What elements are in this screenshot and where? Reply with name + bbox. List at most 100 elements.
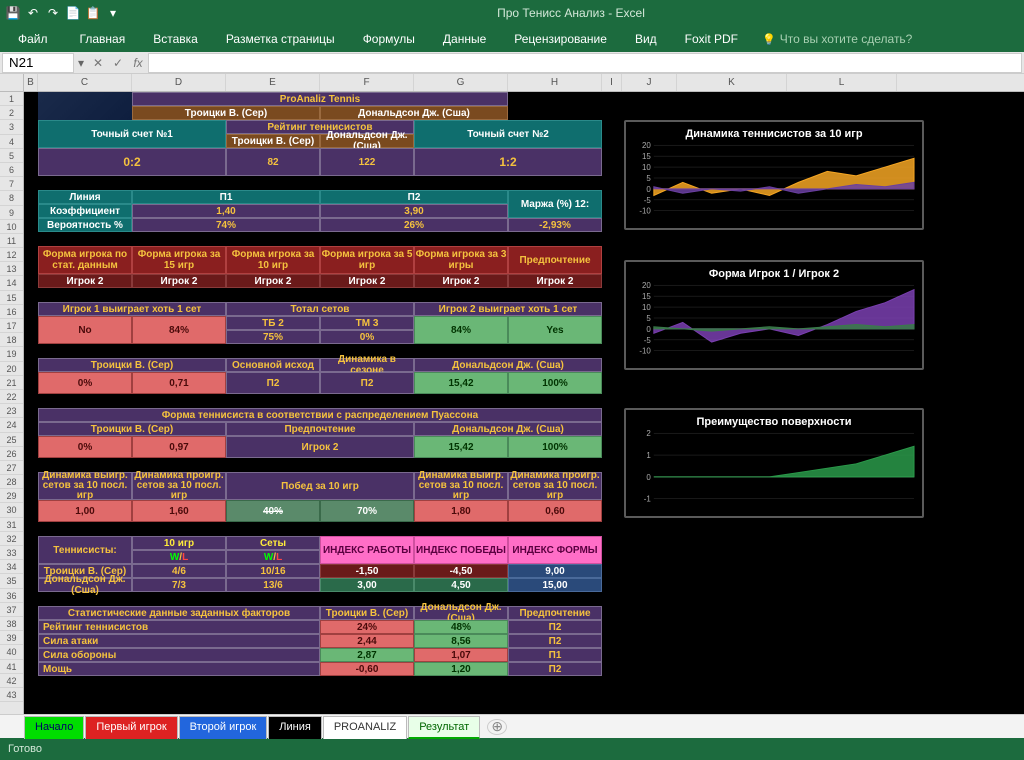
- print-preview-icon[interactable]: 📋: [84, 4, 102, 22]
- row-header[interactable]: 2: [0, 106, 23, 120]
- enter-icon[interactable]: ✓: [108, 56, 128, 70]
- sheet-tab[interactable]: PROANALIZ: [323, 716, 407, 739]
- row-header[interactable]: 30: [0, 503, 23, 517]
- p1-win-set-label: Игрок 1 выиграет хоть 1 сет: [38, 302, 226, 316]
- out-v1: 0%: [38, 372, 132, 394]
- tab-formulas[interactable]: Формулы: [349, 26, 429, 52]
- col-header[interactable]: K: [677, 74, 787, 91]
- tb2-label: ТБ 2: [226, 316, 320, 330]
- row-header[interactable]: 8: [0, 191, 23, 205]
- col-header[interactable]: I: [602, 74, 622, 91]
- row-header[interactable]: 1: [0, 92, 23, 106]
- row-header[interactable]: 34: [0, 560, 23, 574]
- row-header[interactable]: 9: [0, 206, 23, 220]
- row-header[interactable]: 42: [0, 674, 23, 688]
- row-header[interactable]: 21: [0, 376, 23, 390]
- row-header[interactable]: 4: [0, 135, 23, 149]
- form-10-label: Форма игрока за 10 игр: [226, 246, 320, 274]
- svg-text:0: 0: [646, 325, 651, 334]
- row-header[interactable]: 41: [0, 660, 23, 674]
- touch-mode-icon[interactable]: 📄: [64, 4, 82, 22]
- player1-name: Троицки В. (Сер): [132, 106, 320, 120]
- formula-bar[interactable]: [148, 53, 1022, 73]
- svg-text:15: 15: [642, 292, 651, 301]
- svg-text:5: 5: [646, 314, 651, 323]
- row-header[interactable]: 13: [0, 262, 23, 276]
- form-pref-label: Предпочтение: [508, 246, 602, 274]
- row-header[interactable]: 25: [0, 433, 23, 447]
- row-header[interactable]: 40: [0, 645, 23, 659]
- col-header[interactable]: J: [622, 74, 677, 91]
- p2-win-set-yes: Yes: [508, 316, 602, 344]
- row-header[interactable]: 31: [0, 518, 23, 532]
- row-header[interactable]: 7: [0, 177, 23, 191]
- row-header[interactable]: 33: [0, 546, 23, 560]
- tab-review[interactable]: Рецензирование: [500, 26, 621, 52]
- row-header[interactable]: 28: [0, 475, 23, 489]
- row-header[interactable]: 27: [0, 461, 23, 475]
- col-header[interactable]: E: [226, 74, 320, 91]
- row-header[interactable]: 36: [0, 589, 23, 603]
- row-header[interactable]: 37: [0, 603, 23, 617]
- cancel-icon[interactable]: ✕: [88, 56, 108, 70]
- tab-view[interactable]: Вид: [621, 26, 671, 52]
- tab-file[interactable]: Файл: [0, 26, 66, 52]
- add-sheet-button[interactable]: ⊕: [487, 719, 507, 735]
- row-header[interactable]: 24: [0, 418, 23, 432]
- row-header[interactable]: 38: [0, 617, 23, 631]
- col-header[interactable]: H: [508, 74, 602, 91]
- svg-text:10: 10: [642, 303, 651, 312]
- row-header[interactable]: 11: [0, 234, 23, 248]
- row-header[interactable]: 43: [0, 688, 23, 702]
- row-header[interactable]: 29: [0, 489, 23, 503]
- select-all-corner[interactable]: [0, 74, 23, 92]
- grid[interactable]: BCDEFGHIJKL ProAnaliz Tennis Троицки В. …: [24, 74, 1024, 714]
- row-header[interactable]: 39: [0, 631, 23, 645]
- qat-more-icon[interactable]: ▾: [104, 4, 122, 22]
- row-header[interactable]: 16: [0, 305, 23, 319]
- tab-insert[interactable]: Вставка: [139, 26, 212, 52]
- tell-me[interactable]: 💡Что вы хотите сделать?: [762, 32, 912, 46]
- row-header[interactable]: 35: [0, 574, 23, 588]
- row-header[interactable]: 3: [0, 120, 23, 134]
- row-header[interactable]: 26: [0, 447, 23, 461]
- row-header[interactable]: 12: [0, 248, 23, 262]
- tab-home[interactable]: Главная: [66, 26, 140, 52]
- row-header[interactable]: 19: [0, 347, 23, 361]
- col-header[interactable]: B: [24, 74, 38, 91]
- svg-text:-5: -5: [644, 196, 652, 205]
- row-header[interactable]: 10: [0, 220, 23, 234]
- row-header[interactable]: 32: [0, 532, 23, 546]
- stats-row-b: 1,20: [414, 662, 508, 676]
- col-header[interactable]: L: [787, 74, 897, 91]
- tab-data[interactable]: Данные: [429, 26, 500, 52]
- col-header[interactable]: G: [414, 74, 508, 91]
- name-box[interactable]: [2, 53, 74, 73]
- save-icon[interactable]: 💾: [4, 4, 22, 22]
- row-header[interactable]: 22: [0, 390, 23, 404]
- col-header[interactable]: F: [320, 74, 414, 91]
- fx-icon[interactable]: fx: [128, 56, 148, 70]
- sheet-tab[interactable]: Первый игрок: [85, 716, 177, 739]
- namebox-dropdown-icon[interactable]: ▾: [74, 56, 88, 70]
- row-header[interactable]: 6: [0, 163, 23, 177]
- sheet-tab[interactable]: Второй игрок: [179, 716, 268, 739]
- svg-text:2: 2: [646, 430, 651, 438]
- row-header[interactable]: 17: [0, 319, 23, 333]
- stats-row-name: Мощь: [38, 662, 320, 676]
- col-header[interactable]: C: [38, 74, 132, 91]
- row-header[interactable]: 5: [0, 149, 23, 163]
- sheet-tab[interactable]: Начало: [24, 716, 84, 739]
- redo-icon[interactable]: ↷: [44, 4, 62, 22]
- row-header[interactable]: 14: [0, 276, 23, 290]
- row-header[interactable]: 18: [0, 333, 23, 347]
- undo-icon[interactable]: ↶: [24, 4, 42, 22]
- row-header[interactable]: 23: [0, 404, 23, 418]
- tab-page-layout[interactable]: Разметка страницы: [212, 26, 349, 52]
- row-header[interactable]: 15: [0, 291, 23, 305]
- col-header[interactable]: D: [132, 74, 226, 91]
- sheet-tab[interactable]: Результат: [408, 716, 480, 739]
- tab-foxit[interactable]: Foxit PDF: [671, 26, 752, 52]
- row-header[interactable]: 20: [0, 362, 23, 376]
- sheet-tab[interactable]: Линия: [268, 716, 322, 739]
